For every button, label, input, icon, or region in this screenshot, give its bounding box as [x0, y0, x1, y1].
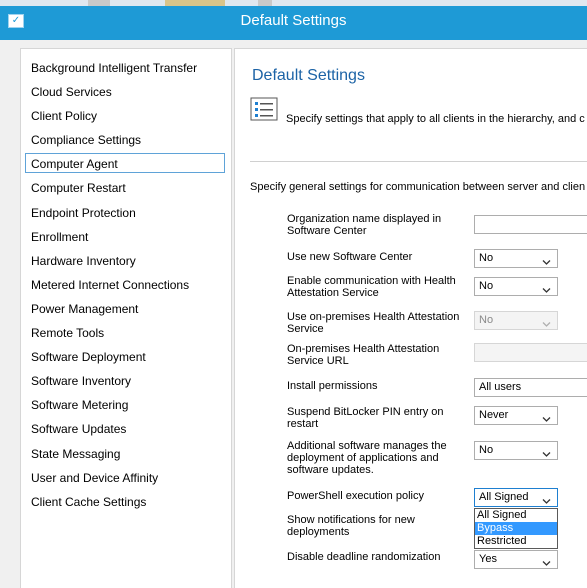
- chevron-down-icon[interactable]: [542, 283, 551, 293]
- nav-item-hardware-inventory[interactable]: Hardware Inventory: [25, 250, 225, 270]
- setting-label-enable-communication-with-health-attesta: Enable communication with Health Attesta…: [287, 275, 456, 299]
- dropdown-value: All Signed: [479, 491, 529, 503]
- nav-item-compliance-settings[interactable]: Compliance Settings: [25, 129, 225, 149]
- nav-item-client-cache-settings[interactable]: Client Cache Settings: [25, 491, 225, 511]
- section-divider: [250, 161, 587, 162]
- setting-label-organization-name-displayed-in-software-: Organization name displayed in Software …: [287, 213, 442, 237]
- setting-label-on-premises-health-attestation-service-u: On-premises Health Attestation Service U…: [287, 343, 440, 367]
- field-value: All users: [479, 381, 522, 393]
- dropdown-value: Never: [479, 409, 509, 421]
- setting-field-organization-name-displayed-in-software-[interactable]: [474, 215, 587, 234]
- setting-label-disable-deadline-randomization: Disable deadline randomization: [287, 551, 441, 563]
- setting-label-additional-software-manages-the-deployme: Additional software manages the deployme…: [287, 440, 447, 476]
- nav-item-client-policy[interactable]: Client Policy: [25, 105, 225, 125]
- nav-item-cloud-services[interactable]: Cloud Services: [25, 81, 225, 101]
- setting-dropdown-use-new-software-center[interactable]: No: [474, 249, 558, 268]
- chevron-down-icon[interactable]: [542, 494, 551, 504]
- chevron-down-icon[interactable]: [542, 317, 551, 327]
- nav-item-software-metering[interactable]: Software Metering: [25, 394, 225, 414]
- section-description: Specify general settings for communicati…: [250, 181, 586, 193]
- nav-item-remote-tools[interactable]: Remote Tools: [25, 322, 225, 342]
- setting-dropdown-enable-communication-with-health-attesta[interactable]: No: [474, 277, 558, 296]
- nav-item-software-deployment[interactable]: Software Deployment: [25, 346, 225, 366]
- setting-label-use-on-premises-health-attestation-servi: Use on-premises Health Attestation Servi…: [287, 311, 460, 335]
- nav-item-state-messaging[interactable]: State Messaging: [25, 443, 225, 463]
- settings-detail-pane: Default Settings Specify settings that a…: [234, 48, 587, 588]
- chevron-down-icon[interactable]: [542, 255, 551, 265]
- setting-label-use-new-software-center: Use new Software Center: [287, 251, 413, 263]
- nav-item-background-intelligent-transfer[interactable]: Background Intelligent Transfer: [25, 57, 225, 77]
- dropdown-value: Yes: [479, 553, 497, 565]
- dialog-body: Background Intelligent Transfer Cloud Ser…: [0, 40, 587, 588]
- page-description: Specify settings that apply to all clien…: [286, 113, 585, 125]
- nav-item-endpoint-protection[interactable]: Endpoint Protection: [25, 202, 225, 222]
- nav-item-software-updates[interactable]: Software Updates: [25, 418, 225, 438]
- dropdown-value: No: [479, 444, 494, 456]
- nav-item-power-management[interactable]: Power Management: [25, 298, 225, 318]
- nav-item-enrollment[interactable]: Enrollment: [25, 226, 225, 246]
- option-all-signed[interactable]: All Signed: [475, 509, 557, 522]
- chevron-down-icon[interactable]: [542, 447, 551, 457]
- setting-dropdown-suspend-bitlocker-pin-entry-on-restart[interactable]: Never: [474, 406, 558, 425]
- option-restricted[interactable]: Restricted: [475, 535, 557, 548]
- setting-label-show-notifications-for-new-deployments: Show notifications for new deployments: [287, 514, 415, 538]
- setting-field-on-premises-health-attestation-service-u: [474, 343, 587, 362]
- strip-button: [88, 0, 110, 6]
- nav-item-metered-internet-connections[interactable]: Metered Internet Connections: [25, 274, 225, 294]
- settings-list-icon: [250, 97, 278, 123]
- setting-label-powershell-execution-policy: PowerShell execution policy: [287, 490, 424, 502]
- setting-dropdown-additional-software-manages-the-deployme[interactable]: No: [474, 441, 558, 460]
- window-titlebar: ✓ Default Settings: [0, 0, 587, 40]
- nav-item-software-inventory[interactable]: Software Inventory: [25, 370, 225, 390]
- setting-dropdown-powershell-execution-policy[interactable]: All Signed: [474, 488, 558, 507]
- dropdown-value: No: [479, 280, 494, 292]
- dropdown-value: No: [479, 252, 494, 264]
- option-bypass[interactable]: Bypass: [475, 522, 557, 535]
- setting-label-suspend-bitlocker-pin-entry-on-restart: Suspend BitLocker PIN entry on restart: [287, 406, 444, 430]
- nav-item-computer-restart[interactable]: Computer Restart: [25, 177, 225, 197]
- nav-item-user-and-device-affinity[interactable]: User and Device Affinity: [25, 467, 225, 487]
- strip-button: [258, 0, 272, 6]
- settings-nav-pane: Background Intelligent Transfer Cloud Ser…: [20, 48, 232, 588]
- dropdown-value: No: [479, 314, 494, 326]
- chevron-down-icon[interactable]: [542, 412, 551, 422]
- setting-dropdown-disable-deadline-randomization[interactable]: Yes: [474, 550, 558, 569]
- settings-nav-list: Background Intelligent Transfer Cloud Ser…: [25, 57, 225, 515]
- taskbar-strip: [0, 0, 587, 6]
- strip-button: [165, 0, 225, 6]
- setting-field-install-permissions[interactable]: All users: [474, 378, 587, 397]
- chevron-down-icon[interactable]: [542, 556, 551, 566]
- setting-dropdown-use-on-premises-health-attestation-servi: No: [474, 311, 558, 330]
- powershell-policy-listbox[interactable]: All Signed Bypass Restricted: [474, 508, 558, 549]
- setting-label-install-permissions: Install permissions: [287, 380, 378, 392]
- nav-item-computer-agent[interactable]: Computer Agent: [25, 153, 225, 174]
- page-title: Default Settings: [252, 67, 365, 84]
- window-title: Default Settings: [240, 12, 347, 29]
